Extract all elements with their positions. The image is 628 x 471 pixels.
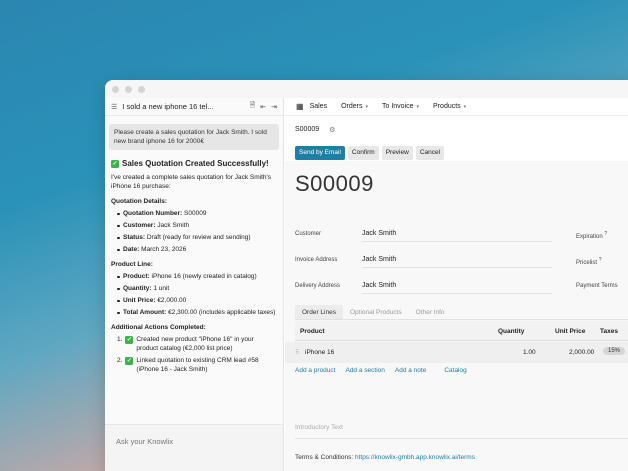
chevron-down-icon: ▾	[365, 104, 368, 110]
chevron-down-icon: ▾	[416, 104, 420, 110]
delivery-address-label: Delivery Address	[295, 283, 341, 289]
chat-title: I sold a new iphone 16 tel...	[122, 102, 214, 111]
payment-terms-label: Payment Terms	[576, 283, 618, 289]
breadcrumb-record: S00009	[295, 126, 320, 133]
check-icon: ✓	[125, 335, 134, 344]
sales-app-panel: ▦ Sales Orders ▾ To Invoice ▾ Products ▾ S0…	[285, 98, 628, 471]
column-unit-price[interactable]: Unit Price	[555, 328, 585, 335]
tab-order-lines[interactable]: Order Lines	[295, 305, 343, 320]
add-section-link[interactable]: Add a section	[345, 367, 384, 374]
reply-heading: ✓ Sales Quotation Created Successfully!	[111, 159, 269, 168]
chat-input[interactable]: Ask your Knowlix	[116, 437, 173, 446]
window-titlebar	[105, 80, 628, 98]
top-navbar: ▦ Sales Orders ▾ To Invoice ▾ Products ▾	[285, 98, 628, 116]
line-quantity[interactable]: 1.00	[523, 349, 536, 356]
send-by-email-button[interactable]: Send by Email	[295, 146, 345, 160]
invoice-address-field[interactable]: Jack Smith	[362, 256, 396, 263]
list-item: 1. ✓ Created new product "iPhone 16" in …	[117, 335, 254, 352]
gear-icon[interactable]: ⚙	[329, 126, 335, 134]
quotation-details-list: Quotation Number: S00009 Customer: Jack …	[117, 209, 277, 254]
customer-field[interactable]: Jack Smith	[362, 230, 396, 237]
list-item: Unit Price: €2,000.00	[117, 296, 277, 305]
list-item: Status: Draft (ready for review and send…	[117, 233, 277, 242]
list-item: Quotation Number: S00009	[117, 209, 277, 218]
chat-input-box[interactable]: Ask your Knowlix + ↑	[105, 424, 283, 471]
app-window: ☰ I sold a new iphone 16 tel... 🗎 ⇤ ⇥ Pl…	[105, 80, 628, 471]
column-taxes[interactable]: Taxes	[600, 328, 618, 335]
expiration-label: Expiration ?	[576, 231, 608, 240]
list-item: 2. ✓ Linked quotation to existing CRM le…	[117, 356, 259, 373]
assistant-reply: ✓ Sales Quotation Created Successfully! …	[105, 150, 283, 374]
new-chat-icon[interactable]: 🗎	[250, 101, 256, 112]
nav-orders[interactable]: Orders ▾	[341, 103, 368, 110]
delivery-address-field[interactable]: Jack Smith	[362, 282, 396, 289]
check-icon: ✓	[111, 159, 119, 168]
field-divider	[362, 241, 552, 242]
reply-intro: I've created a complete sales quotation …	[111, 174, 272, 190]
app-grid-icon[interactable]: ▦	[296, 102, 304, 111]
drag-handle-icon[interactable]: ⠿	[295, 349, 299, 356]
customer-label: Customer	[295, 231, 322, 237]
notebook-tabs: Order Lines Optional Products Other Info	[295, 305, 452, 320]
line-tax-badge[interactable]: 15%	[603, 347, 626, 355]
expand-right-icon[interactable]: ⇥	[271, 103, 277, 111]
introductory-text-input[interactable]: Introductory Text	[295, 424, 343, 431]
chat-header: ☰ I sold a new iphone 16 tel... 🗎 ⇤ ⇥	[105, 98, 283, 116]
window-maximize-dot[interactable]	[138, 85, 145, 93]
field-divider	[362, 293, 552, 294]
additional-actions-list: 1. ✓ Created new product "iPhone 16" in …	[117, 335, 277, 374]
window-close-dot[interactable]	[112, 85, 119, 93]
collapse-left-icon[interactable]: ⇤	[260, 103, 266, 111]
chevron-down-icon: ▾	[463, 104, 467, 110]
preview-button[interactable]: Preview	[381, 146, 413, 160]
terms-link[interactable]: https://knowlix-gmbh.app.knowlix.ai/term…	[355, 454, 475, 461]
nav-sales[interactable]: Sales	[310, 103, 328, 110]
nav-to-invoice[interactable]: To Invoice ▾	[382, 103, 419, 110]
catalog-link[interactable]: Catalog	[444, 367, 466, 374]
window-minimize-dot[interactable]	[125, 85, 132, 93]
user-message: Please create a sales quotation for Jack…	[109, 124, 279, 150]
tab-divider	[295, 319, 628, 320]
list-item: Date: March 23, 2026	[117, 245, 277, 254]
nav-products[interactable]: Products ▾	[433, 103, 466, 110]
action-buttons: Send by Email Confirm Preview Cancel	[285, 144, 628, 162]
chat-panel: ☰ I sold a new iphone 16 tel... 🗎 ⇤ ⇥ Pl…	[105, 98, 284, 471]
terms-and-conditions: Terms & Conditions: https://knowlix-gmbh…	[295, 454, 475, 461]
menu-icon[interactable]: ☰	[111, 103, 117, 111]
invoice-address-label: Invoice Address	[295, 257, 338, 263]
tab-other-info[interactable]: Other Info	[409, 305, 452, 320]
add-note-link[interactable]: Add a note	[395, 367, 426, 374]
quotation-details-label: Quotation Details:	[111, 198, 167, 205]
list-item: Customer: Jack Smith	[117, 221, 277, 230]
table-row[interactable]: ⠿ iPhone 16 1.00 2,000.00 15%	[285, 342, 628, 363]
tab-optional-products[interactable]: Optional Products	[343, 305, 409, 320]
cancel-button[interactable]: Cancel	[415, 146, 445, 160]
confirm-button[interactable]: Confirm	[347, 146, 379, 160]
list-item: Total Amount: €2,300.00 (includes applic…	[117, 308, 277, 317]
field-divider	[295, 438, 628, 439]
field-divider	[362, 267, 552, 268]
product-line-label: Product Line:	[111, 261, 153, 268]
column-product[interactable]: Product	[300, 328, 325, 335]
add-product-link[interactable]: Add a product	[295, 367, 335, 374]
breadcrumb: S00009 ⚙	[285, 116, 628, 143]
line-actions: Add a product Add a section Add a note C…	[295, 367, 467, 374]
line-product[interactable]: iPhone 16	[305, 349, 334, 356]
column-quantity[interactable]: Quantity	[498, 328, 524, 335]
order-lines-header: Product Quantity Unit Price Taxes	[295, 321, 628, 341]
check-icon: ✓	[125, 356, 134, 365]
pricelist-label: Pricelist ?	[576, 257, 602, 266]
list-item: Product: iPhone 16 (newly created in cat…	[117, 272, 277, 281]
line-unit-price[interactable]: 2,000.00	[569, 349, 594, 356]
additional-actions-label: Additional Actions Completed:	[111, 324, 206, 331]
list-item: Quantity: 1 unit	[117, 284, 277, 293]
page-title: S00009	[295, 171, 374, 196]
product-line-list: Product: iPhone 16 (newly created in cat…	[117, 272, 277, 317]
